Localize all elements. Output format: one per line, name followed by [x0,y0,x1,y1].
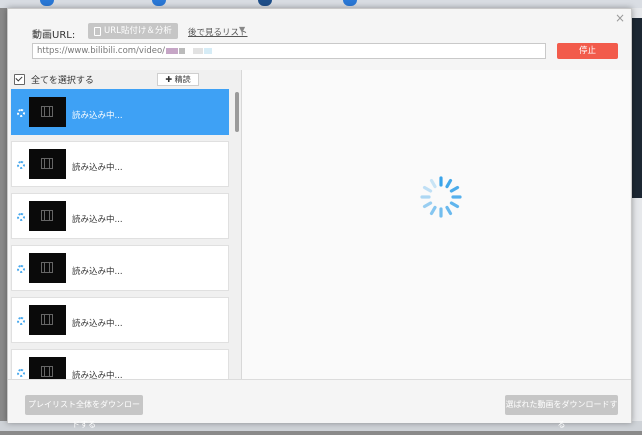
background-icon [40,0,54,6]
loading-icon [17,109,25,117]
background-app-toolbar [0,0,642,8]
item-label: 読み込み中... [72,267,123,277]
list-item[interactable]: 読み込み中... [11,141,229,187]
list-item[interactable]: 読み込み中... [11,245,229,291]
item-label: 読み込み中... [72,215,123,225]
list-item[interactable]: 読み込み中... [11,193,229,239]
background-icon [152,0,166,6]
clipboard-icon [94,26,101,36]
url-label: 動画URL: [32,30,76,41]
background-icon [258,0,272,6]
select-all-checkbox[interactable] [14,74,25,85]
dialog-footer: プレイリスト全体をダウンロードする 選ばれた動画をダウンロードする [8,379,631,429]
item-label: 読み込み中... [72,163,123,173]
video-thumbnail-icon [29,357,66,379]
loading-spinner-icon [420,176,462,218]
blurred-text [166,47,179,54]
video-thumbnail-icon [29,97,66,127]
loading-icon [17,317,25,325]
video-thumbnail-icon [29,253,66,283]
preview-panel [242,70,630,379]
video-list: 読み込み中... 読み込み中... 読み込み中... 読み込み中... 読み込み [10,89,231,379]
list-item[interactable]: 読み込み中... [11,297,229,343]
blurred-text [179,47,186,54]
video-thumbnail-icon [29,201,66,231]
item-label: 読み込み中... [72,111,123,121]
loading-icon [17,161,25,169]
item-label: 読み込み中... [72,319,123,329]
url-value: https://www.bilibili.com/video/ [37,46,166,56]
select-all[interactable]: 全てを選択する [14,73,94,86]
list-item[interactable]: 読み込み中... [11,349,229,379]
list-item[interactable]: 読み込み中... [11,89,229,135]
loading-icon [17,369,25,377]
background-icon [343,0,357,6]
video-thumbnail-icon [29,149,66,179]
video-list-panel: 全てを選択する ✚ 精読 読み込み中... 読み込み中... 読み込み中... [10,70,242,379]
video-thumbnail-icon [29,305,66,335]
loading-icon [17,213,25,221]
blurred-text [193,47,204,54]
download-selected-button[interactable]: 選ばれた動画をダウンロードする [505,395,618,429]
download-playlist-button[interactable]: プレイリスト全体をダウンロードする [25,395,143,429]
item-label: 読み込み中... [72,371,123,379]
download-dialog: × 動画URL: URL貼付け＆分析 後で見るリスト ▼ https://www… [7,8,632,429]
paste-analyze-label: URL貼付け＆分析 [104,26,172,36]
list-scrollbar[interactable] [234,89,241,379]
fine-read-button[interactable]: ✚ 精読 [157,73,199,86]
stop-button[interactable]: 停止 [557,43,618,59]
close-icon[interactable]: × [615,11,625,25]
paste-analyze-button[interactable]: URL貼付け＆分析 [88,23,178,39]
blurred-text [204,47,213,54]
url-input[interactable]: https://www.bilibili.com/video/ [32,43,546,59]
select-all-label: 全てを選択する [31,76,94,86]
loading-icon [17,265,25,273]
scrollbar-thumb[interactable] [235,92,239,132]
chevron-down-icon[interactable]: ▼ [239,25,245,34]
